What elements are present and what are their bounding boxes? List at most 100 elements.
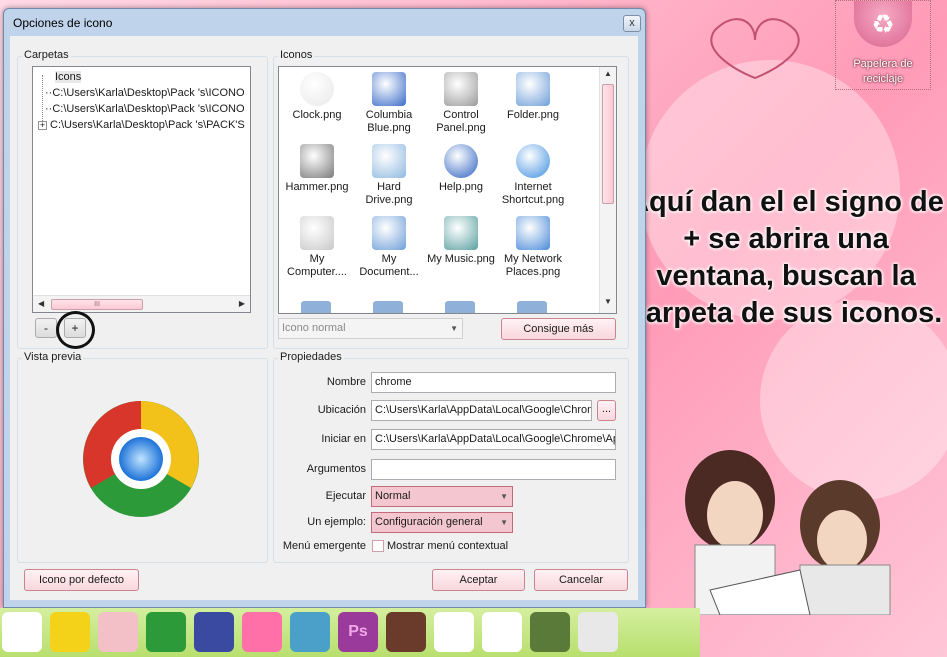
icon-item[interactable]: My Computer....: [281, 216, 353, 279]
run-mode-select[interactable]: Normal ▼: [371, 486, 513, 507]
preview-group-label: Vista previa: [22, 351, 84, 363]
scroll-left-arrow-icon[interactable]: ◀: [38, 299, 44, 308]
icon-item[interactable]: Hard Drive.png: [353, 144, 425, 207]
icon-state-select[interactable]: Icono normal ▼: [278, 318, 463, 339]
start-in-label: Iniciar en: [321, 433, 366, 445]
icon-item[interactable]: My Document...: [353, 216, 425, 279]
icon-item-label: My Network Places.png: [503, 253, 563, 278]
recycle-bin-icon: ♻: [854, 1, 912, 47]
recycle-bin-desktop-icon[interactable]: ♻ Papelera de reciclaje: [835, 0, 931, 90]
rocket-icon: [372, 72, 406, 106]
default-icon-button[interactable]: Icono por defecto: [24, 569, 139, 591]
icon-item[interactable]: Internet Shortcut.png: [497, 144, 569, 207]
cancel-button[interactable]: Cancelar: [534, 569, 628, 591]
start-in-field[interactable]: C:\Users\Karla\AppData\Local\Google\Chro…: [371, 429, 616, 450]
tree-item-root[interactable]: Icons: [55, 69, 82, 85]
example-label: Un ejemplo:: [307, 516, 366, 528]
arguments-label: Argumentos: [306, 463, 366, 475]
documents-icon: [372, 216, 406, 250]
name-label: Nombre: [326, 376, 366, 388]
anime-wallpaper-illustration: [685, 450, 891, 615]
browse-button[interactable]: ...: [597, 400, 616, 421]
chrome-icon[interactable]: [146, 612, 186, 652]
help-icon: [444, 144, 478, 178]
thermometer-icon[interactable]: [578, 612, 618, 652]
wallpaper-heart: [710, 18, 800, 80]
galaxy-icon[interactable]: [194, 612, 234, 652]
character-icon[interactable]: [530, 612, 570, 652]
icon-item[interactable]: Folder.png: [497, 72, 569, 122]
icon-item[interactable]: Clock.png: [281, 72, 353, 122]
dialog-client-area: Carpetas Icons ··C:\Users\Karla\Desktop\…: [10, 36, 638, 600]
icon-item-label: Hard Drive.png: [365, 181, 413, 206]
heart-icon[interactable]: [242, 612, 282, 652]
icon-item[interactable]: My Music.png: [425, 216, 497, 266]
icon-item-label: Folder.png: [507, 109, 559, 121]
chevron-down-icon: ▼: [500, 518, 508, 527]
hammer-icon: [300, 144, 334, 178]
panda-icon[interactable]: [434, 612, 474, 652]
location-field[interactable]: C:\Users\Karla\AppData\Local\Google\Chro…: [371, 400, 592, 421]
scrollbar-thumb[interactable]: [602, 84, 614, 204]
icon-item-partial[interactable]: [301, 301, 331, 313]
tools-icon: [444, 72, 478, 106]
icon-item-partial[interactable]: [373, 301, 403, 313]
icon-item-label: My Document...: [359, 253, 419, 278]
highlight-circle-annotation: [56, 311, 95, 349]
get-more-button[interactable]: Consigue más: [501, 318, 616, 340]
folders-group-label: Carpetas: [22, 49, 71, 61]
icon-item[interactable]: Control Panel.png: [425, 72, 497, 135]
icon-item-partial[interactable]: [517, 301, 547, 313]
taskbar: Ps: [0, 608, 700, 657]
tree-item-folder-2[interactable]: ··C:\Users\Karla\Desktop\Pack 's\ICONO: [45, 101, 245, 117]
cupcake-icon[interactable]: [98, 612, 138, 652]
bunny-icon[interactable]: [482, 612, 522, 652]
hard-drive-icon: [372, 144, 406, 178]
chevron-down-icon: ▼: [450, 324, 458, 333]
scroll-down-arrow-icon[interactable]: ▼: [604, 297, 612, 306]
example-select[interactable]: Configuración general ▼: [371, 512, 513, 533]
icons-grid[interactable]: Clock.png Columbia Blue.png Control Panel.…: [278, 66, 617, 314]
recycle-bin-label: Papelera de reciclaje: [853, 58, 913, 85]
heart-outline-icon[interactable]: [2, 612, 42, 652]
clock-icon: [300, 72, 334, 106]
scroll-right-arrow-icon[interactable]: ▶: [239, 299, 245, 308]
chick-icon[interactable]: [50, 612, 90, 652]
icon-item[interactable]: Hammer.png: [281, 144, 353, 194]
context-menu-checkbox[interactable]: [372, 540, 384, 552]
globe-icon: [516, 144, 550, 178]
tree-item-label: C:\Users\Karla\Desktop\Pack 's\ICONO: [52, 103, 245, 115]
remove-folder-button[interactable]: -: [35, 318, 57, 338]
name-field[interactable]: chrome: [371, 372, 616, 393]
icons-group-label: Iconos: [278, 49, 315, 61]
close-button[interactable]: x: [623, 15, 641, 32]
computer-icon: [300, 216, 334, 250]
context-menu-checkbox-label[interactable]: Mostrar menú contextual: [387, 536, 508, 556]
folders-horizontal-scrollbar[interactable]: ◀ III ▶: [33, 295, 250, 312]
network-icon: [516, 216, 550, 250]
icons-vertical-scrollbar[interactable]: ▲ ▼: [599, 67, 616, 313]
arguments-field[interactable]: [371, 459, 616, 480]
icon-item[interactable]: Help.png: [425, 144, 497, 194]
icon-item[interactable]: My Network Places.png: [497, 216, 569, 279]
anime-avatar-icon[interactable]: [386, 612, 426, 652]
icon-item-label: My Computer....: [287, 253, 347, 278]
icon-item-label: Columbia Blue.png: [365, 109, 413, 134]
expand-plus-icon[interactable]: +: [38, 121, 47, 130]
tree-item-folder-3[interactable]: + C:\Users\Karla\Desktop\Pack 's\PACK'S: [38, 117, 245, 133]
scroll-up-arrow-icon[interactable]: ▲: [604, 69, 612, 78]
properties-group-label: Propiedades: [278, 351, 344, 363]
tutorial-annotation: Aquí dan el el signo de + se abrira una …: [628, 186, 944, 329]
dialog-titlebar[interactable]: Opciones de icono x: [4, 9, 645, 37]
accept-button[interactable]: Aceptar: [432, 569, 525, 591]
scrollbar-thumb[interactable]: III: [51, 299, 143, 310]
folders-tree[interactable]: Icons ··C:\Users\Karla\Desktop\Pack 's\I…: [32, 66, 251, 313]
icon-state-value: Icono normal: [282, 322, 346, 334]
location-label: Ubicación: [317, 404, 366, 416]
icon-item-partial[interactable]: [445, 301, 475, 313]
icon-item[interactable]: Columbia Blue.png: [353, 72, 425, 135]
photoshop-icon[interactable]: Ps: [338, 612, 378, 652]
context-menu-label: Menú emergente: [282, 540, 366, 552]
tree-item-folder-1[interactable]: ··C:\Users\Karla\Desktop\Pack 's\ICONO: [45, 85, 245, 101]
pixel-character-icon[interactable]: [290, 612, 330, 652]
